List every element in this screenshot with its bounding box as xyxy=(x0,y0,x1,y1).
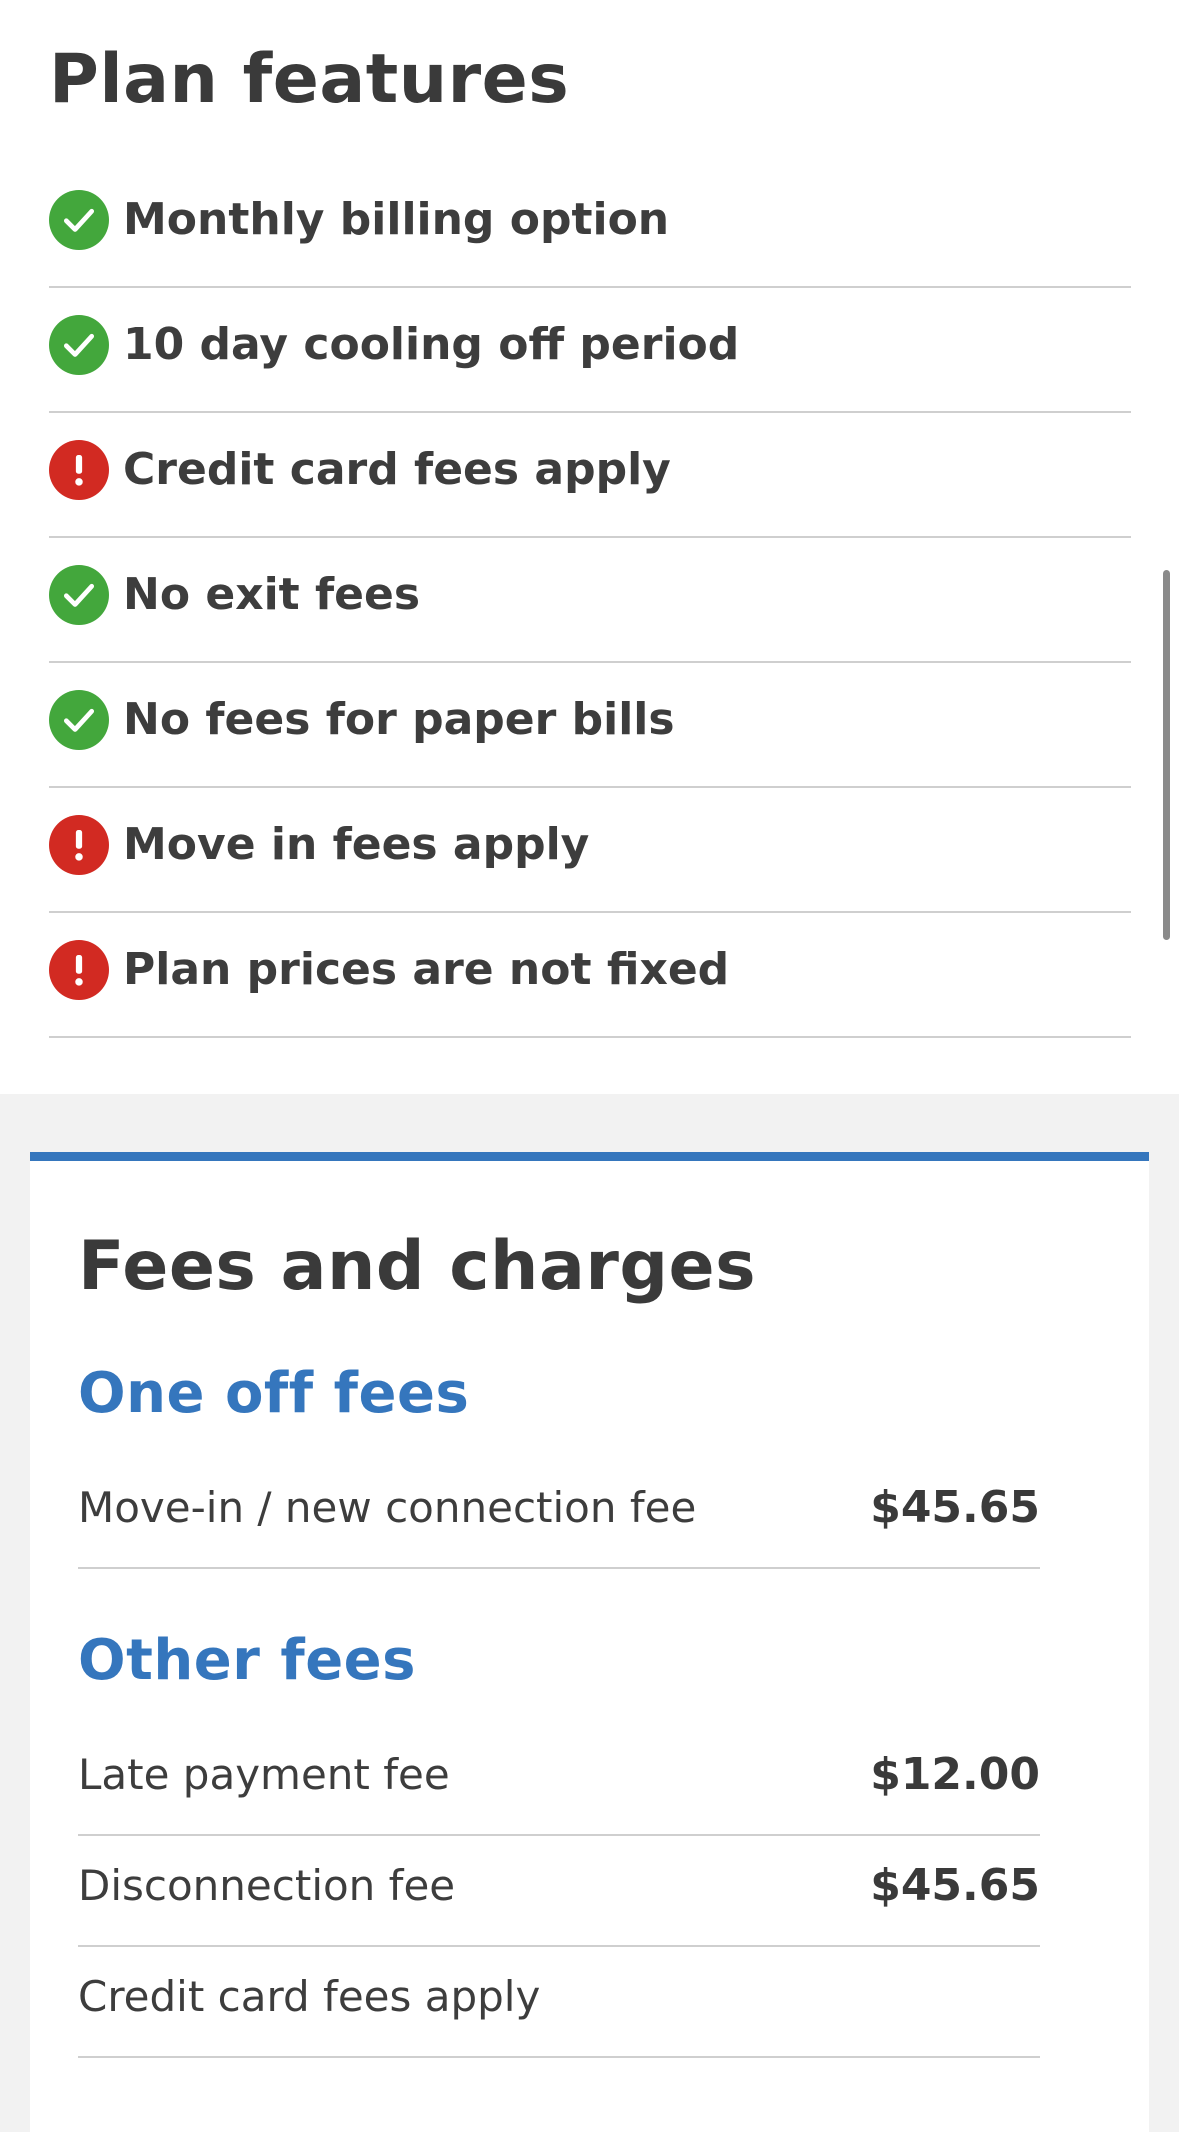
feature-item: 10 day cooling off period xyxy=(49,288,1131,413)
other-fees-heading: Other fees xyxy=(78,1628,416,1693)
feature-item: No exit fees xyxy=(49,538,1131,663)
feature-label: No fees for paper bills xyxy=(123,694,675,745)
fee-name: Disconnection fee xyxy=(78,1860,456,1910)
fee-row: Credit card fees apply xyxy=(78,1948,1040,2058)
exclamation-circle-icon xyxy=(49,939,109,1000)
fee-amount: $45.65 xyxy=(870,1481,1040,1533)
feature-item: Credit card fees apply xyxy=(49,413,1131,538)
fees-and-charges-title: Fees and charges xyxy=(78,1227,757,1306)
feature-item: Plan prices are not fixed xyxy=(49,913,1131,1038)
feature-label: Plan prices are not fixed xyxy=(123,944,730,995)
fee-amount: $45.65 xyxy=(870,1859,1040,1911)
exclamation-circle-icon xyxy=(49,439,109,500)
feature-label: Credit card fees apply xyxy=(123,444,671,495)
check-circle-icon xyxy=(49,189,109,250)
feature-item: Move in fees apply xyxy=(49,788,1131,913)
check-circle-icon xyxy=(49,689,109,750)
fee-row: Move-in / new connection fee $45.65 xyxy=(78,1459,1040,1569)
fee-name: Credit card fees apply xyxy=(78,1971,541,2021)
fees-and-charges-card: Fees and charges One off fees Move-in / … xyxy=(30,1152,1149,2132)
plan-features-list: Monthly billing option 10 day cooling of… xyxy=(49,163,1131,1038)
plan-features-section: Plan features Monthly billing option 10 … xyxy=(0,0,1179,1094)
plan-features-title: Plan features xyxy=(49,40,570,119)
feature-item: No fees for paper bills xyxy=(49,663,1131,788)
scrollbar-thumb[interactable] xyxy=(1163,570,1170,940)
feature-label: Move in fees apply xyxy=(123,819,590,870)
fee-row: Disconnection fee $45.65 xyxy=(78,1837,1040,1947)
feature-label: Monthly billing option xyxy=(123,194,670,245)
one-off-fees-heading: One off fees xyxy=(78,1361,470,1426)
check-circle-icon xyxy=(49,564,109,625)
feature-label: No exit fees xyxy=(123,569,421,620)
fee-amount: $12.00 xyxy=(870,1748,1040,1800)
fee-name: Move-in / new connection fee xyxy=(78,1482,697,1532)
check-circle-icon xyxy=(49,314,109,375)
fee-row: Late payment fee $12.00 xyxy=(78,1726,1040,1836)
feature-label: 10 day cooling off period xyxy=(123,319,740,370)
exclamation-circle-icon xyxy=(49,814,109,875)
feature-item: Monthly billing option xyxy=(49,163,1131,288)
fee-name: Late payment fee xyxy=(78,1749,450,1799)
